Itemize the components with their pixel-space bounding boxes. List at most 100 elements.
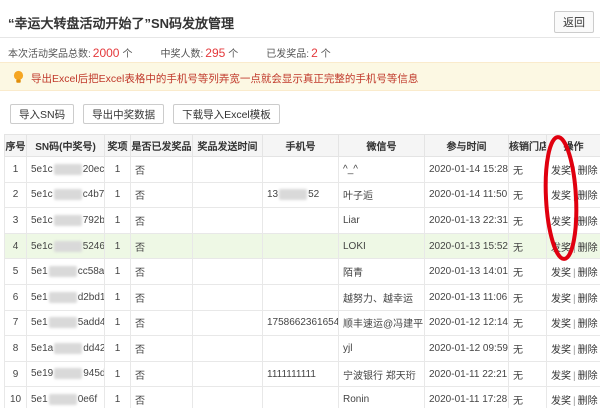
award-link[interactable]: 发奖	[551, 345, 571, 356]
award-link[interactable]: 发奖	[551, 166, 571, 177]
cell-prize: 1	[104, 207, 131, 234]
stat-unit: 个	[320, 49, 331, 60]
award-link[interactable]: 发奖	[551, 396, 571, 407]
download-template-button[interactable]: 下载导入Excel模板	[173, 104, 280, 124]
import-sn-button[interactable]: 导入SN码	[10, 104, 75, 124]
column-header: SN码(中奖号)	[26, 134, 105, 157]
cell-sent: 否	[130, 386, 193, 408]
stat-unit: 个	[122, 49, 133, 60]
action-separator: |	[573, 242, 576, 254]
phone-prefix: 13	[267, 189, 279, 201]
redacted-sn	[53, 163, 82, 175]
cell-seq: 7	[4, 309, 27, 337]
column-header: 是否已发奖品	[130, 134, 193, 157]
award-link[interactable]: 发奖	[551, 217, 571, 228]
cell-wechat: LOKI	[338, 232, 425, 260]
cell-sn: 5e1a dd42	[26, 335, 105, 362]
cell-store: 无	[508, 386, 547, 408]
column-header: 操作	[546, 134, 600, 157]
export-winners-button[interactable]: 导出中奖数据	[83, 104, 165, 124]
redacted-phone	[279, 189, 308, 201]
cell-join-time: 2020-01-11 17:28:23	[424, 386, 509, 408]
delete-link[interactable]: 删除	[578, 371, 598, 382]
cell-phone	[262, 335, 339, 362]
sn-prefix: 5e1	[31, 317, 48, 329]
cell-sent: 否	[130, 156, 193, 183]
sn-suffix: 0e6f	[77, 394, 98, 406]
action-separator: |	[573, 191, 576, 203]
delete-link[interactable]: 删除	[578, 191, 598, 202]
column-header: 奖品发送时间	[192, 134, 263, 157]
action-separator: |	[573, 268, 576, 280]
sn-suffix: d2bd166	[77, 291, 105, 303]
award-link[interactable]: 发奖	[551, 371, 571, 382]
redacted-sn	[54, 342, 83, 354]
page-header: “幸运大转盘活动开始了”SN码发放管理 返回	[0, 0, 600, 38]
redacted-sn	[54, 368, 83, 380]
cell-store: 无	[508, 309, 547, 337]
award-link[interactable]: 发奖	[551, 294, 571, 305]
table-header-row: 序号 SN码(中奖号) 奖项 是否已发奖品 奖品发送时间 手机号 微信号 参与时…	[4, 134, 600, 157]
cell-join-time: 2020-01-14 15:28:21	[424, 156, 509, 183]
notice-banner: 导出Excel后把Excel表格中的手机号等列弄宽一点就会显示真正完整的手机号等…	[0, 62, 600, 91]
action-separator: |	[573, 293, 576, 305]
cell-store: 无	[508, 283, 547, 311]
cell-actions: 发奖 | 删除	[546, 309, 600, 337]
toolbar: 导入SN码 导出中奖数据 下载导入Excel模板	[10, 104, 280, 124]
back-button[interactable]: 返回	[554, 11, 594, 33]
delete-link[interactable]: 删除	[578, 345, 598, 356]
cell-join-time: 2020-01-13 22:31:03	[424, 207, 509, 234]
cell-prize: 1	[104, 335, 131, 362]
award-link[interactable]: 发奖	[551, 243, 571, 254]
sn-prefix: 5e1c	[31, 163, 53, 175]
cell-send-time	[192, 207, 263, 234]
cell-join-time: 2020-01-14 11:50:47	[424, 181, 509, 209]
cell-actions: 发奖 | 删除	[546, 232, 600, 260]
table-row: 9 5e19 945d 1 否 1111111111 宁波银行 郑天珩 2020-01-11 …	[4, 360, 600, 388]
cell-phone	[262, 258, 339, 285]
delete-link[interactable]: 删除	[578, 294, 598, 305]
notice-text: 导出Excel后把Excel表格中的手机号等列弄宽一点就会显示真正完整的手机号等…	[31, 73, 419, 85]
cell-phone: 1111111111	[262, 360, 339, 388]
cell-seq: 5	[4, 258, 27, 285]
delete-link[interactable]: 删除	[578, 268, 598, 279]
phone-prefix: 1111111111	[267, 368, 316, 380]
table-row: 8 5e1a dd421否 yjl2020-01-12 09:59:30无发奖|删除	[4, 335, 600, 362]
page-title: “幸运大转盘活动开始了”SN码发放管理	[8, 16, 235, 31]
cell-seq: 4	[4, 232, 27, 260]
sn-suffix: cc58a	[77, 266, 105, 278]
cell-phone	[262, 156, 339, 183]
cell-sent: 否	[130, 309, 193, 337]
action-separator: |	[573, 216, 576, 228]
cell-wechat: Liar	[338, 207, 425, 234]
delete-link[interactable]: 删除	[578, 243, 598, 254]
cell-actions: 发奖 | 删除	[546, 386, 600, 408]
cell-sent: 否	[130, 207, 193, 234]
cell-wechat: 越努力、越幸运	[338, 283, 425, 311]
stat-value: 2	[311, 46, 318, 60]
cell-seq: 2	[4, 181, 27, 209]
delete-link[interactable]: 删除	[578, 396, 598, 407]
award-link[interactable]: 发奖	[551, 319, 571, 330]
cell-actions: 发奖 | 删除	[546, 181, 600, 209]
cell-seq: 3	[4, 207, 27, 234]
column-header: 参与时间	[424, 134, 509, 157]
delete-link[interactable]: 删除	[578, 217, 598, 228]
delete-link[interactable]: 删除	[578, 319, 598, 330]
cell-send-time	[192, 181, 263, 209]
cell-seq: 10	[4, 386, 27, 408]
award-link[interactable]: 发奖	[551, 191, 571, 202]
winners-table: 序号 SN码(中奖号) 奖项 是否已发奖品 奖品发送时间 手机号 微信号 参与时…	[4, 134, 600, 408]
table-row: 10 5e1 0e6f 1否 Ronin2020-01-11 17:28:23无发奖|删…	[4, 386, 600, 408]
sn-prefix: 5e1c	[31, 240, 53, 252]
cell-sent: 否	[130, 258, 193, 285]
table-row: 7 5e1 5add421否 17586623616545顺丰速运@冯建平2020-0…	[4, 309, 600, 337]
cell-wechat: 陌青	[338, 258, 425, 285]
award-link[interactable]: 发奖	[551, 268, 571, 279]
cell-join-time: 2020-01-12 12:14:29	[424, 309, 509, 337]
cell-prize: 1	[104, 386, 131, 408]
cell-store: 无	[508, 360, 547, 388]
phone-suffix: 52	[308, 189, 320, 201]
delete-link[interactable]: 删除	[578, 166, 598, 177]
action-separator: |	[573, 370, 576, 382]
